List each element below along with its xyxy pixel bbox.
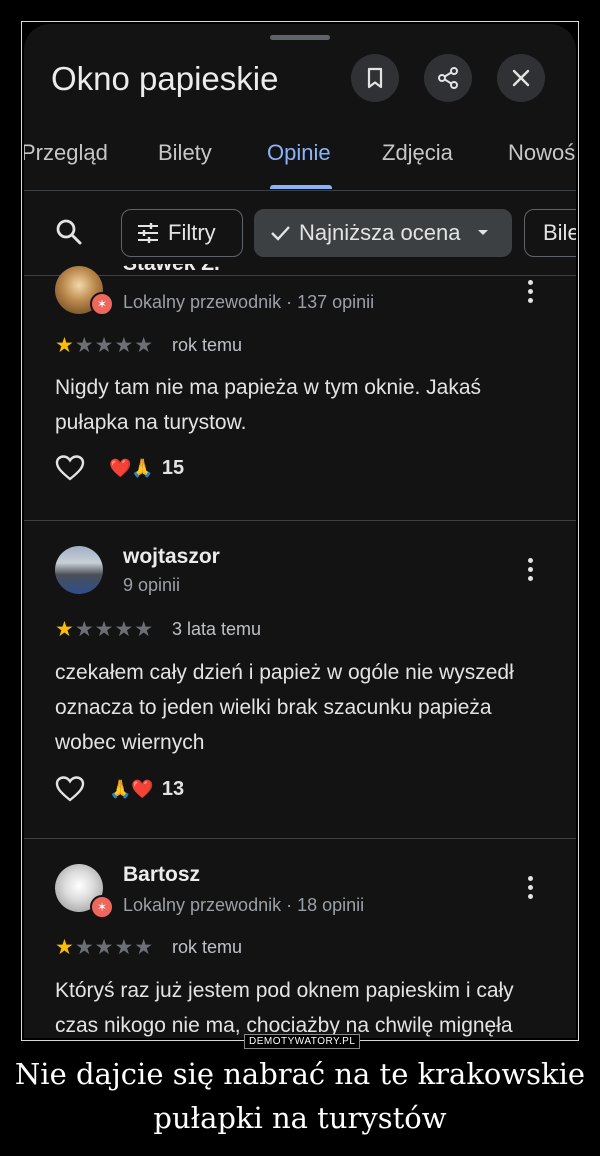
review-card: wojtaszor 9 opinii ★★★★★ 3 lata temu cze…	[24, 521, 576, 838]
reviewer-meta: 9 opinii	[123, 575, 181, 595]
more-options-button[interactable]	[524, 280, 536, 303]
tabs-divider	[24, 190, 576, 191]
review-text: Któryś raz już jestem pod oknem papieski…	[55, 979, 514, 1037]
caption: Nie dajcie się nabrać na te krakowskie p…	[14, 1057, 586, 1135]
star-rating: ★★★★★	[55, 618, 155, 641]
reactions-row: ❤️🙏 15	[55, 452, 184, 484]
heart-icon[interactable]	[55, 775, 85, 803]
place-title: Okno papieskie	[51, 60, 279, 97]
sort-label: Najniższa ocena	[299, 220, 461, 245]
heart-icon[interactable]	[55, 454, 85, 482]
watermark: DEMOTYWATORY.PL	[244, 1034, 361, 1049]
review-time: rok temu	[172, 937, 243, 957]
reaction-count: 15	[161, 456, 185, 479]
search-reviews-button[interactable]	[54, 217, 84, 252]
reviewer-name[interactable]: wojtaszor	[123, 545, 220, 569]
review-time: 3 lata temu	[172, 619, 262, 639]
review-card: ✶ Bartosz Lokalny przewodnik · 18 opinii…	[24, 839, 576, 1038]
tab-opinie[interactable]: Opinie	[267, 140, 331, 166]
filters-chip[interactable]: Filtry	[121, 209, 243, 257]
local-guide-badge: ✶	[90, 292, 114, 316]
more-options-button[interactable]	[524, 558, 536, 581]
sort-chip[interactable]: Najniższa ocena	[254, 209, 512, 257]
review-card: ✶ Stawek Z. Lokalny przewodnik · 137 opi…	[24, 264, 576, 520]
tickets-chip[interactable]: Bile	[524, 209, 576, 257]
reviewer-meta: Lokalny przewodnik · 18 opinii	[123, 895, 365, 915]
save-button[interactable]	[351, 54, 399, 102]
tickets-chip-label: Bile	[543, 220, 576, 245]
tab-bilety[interactable]: Bilety	[158, 140, 212, 166]
filters-label: Filtry	[168, 220, 216, 245]
close-icon	[512, 69, 530, 87]
local-guide-badge: ✶	[90, 895, 114, 919]
close-button[interactable]	[497, 54, 545, 102]
check-icon	[271, 226, 290, 241]
share-button[interactable]	[424, 54, 472, 102]
filter-bar: Filtry Najniższa ocena Bile	[24, 205, 576, 261]
star-rating: ★★★★★	[55, 334, 155, 357]
search-icon	[56, 219, 82, 245]
more-options-button[interactable]	[524, 876, 536, 899]
reviewer-name[interactable]: Bartosz	[123, 863, 200, 887]
tab-przeglad[interactable]: Przegląd	[24, 140, 108, 166]
dropdown-arrow-icon	[478, 230, 489, 235]
reviewer-name[interactable]: Stawek Z.	[123, 264, 220, 276]
avatar[interactable]	[55, 546, 103, 594]
reaction-emoji: ❤️🙏	[109, 457, 154, 478]
review-text: czekałem cały dzień i papież w ogóle nie…	[55, 661, 514, 754]
tab-bar: Przegląd Bilety Opinie Zdjęcia Nowość	[24, 136, 576, 192]
share-icon	[438, 67, 458, 89]
tune-icon	[138, 223, 158, 243]
review-text: Nigdy tam nie ma papieża w tym oknie. Ja…	[55, 376, 482, 434]
star-rating: ★★★★★	[55, 936, 155, 959]
app-screen: Okno papieskie Przegląd Bilety Opinie Zd…	[24, 24, 576, 1038]
screenshot-frame: Okno papieskie Przegląd Bilety Opinie Zd…	[21, 21, 579, 1041]
reactions-row: 🙏❤️ 13	[55, 773, 184, 805]
bookmark-icon	[367, 67, 383, 89]
reaction-emoji: 🙏❤️	[109, 778, 154, 799]
active-tab-indicator	[270, 185, 332, 189]
reaction-count: 13	[161, 777, 185, 800]
tab-nowosci[interactable]: Nowość	[508, 140, 576, 166]
drag-handle[interactable]	[270, 35, 330, 40]
tab-zdjecia[interactable]: Zdjęcia	[382, 140, 453, 166]
review-time: rok temu	[172, 335, 243, 355]
reviewer-meta: Lokalny przewodnik · 137 opinii	[123, 292, 375, 312]
